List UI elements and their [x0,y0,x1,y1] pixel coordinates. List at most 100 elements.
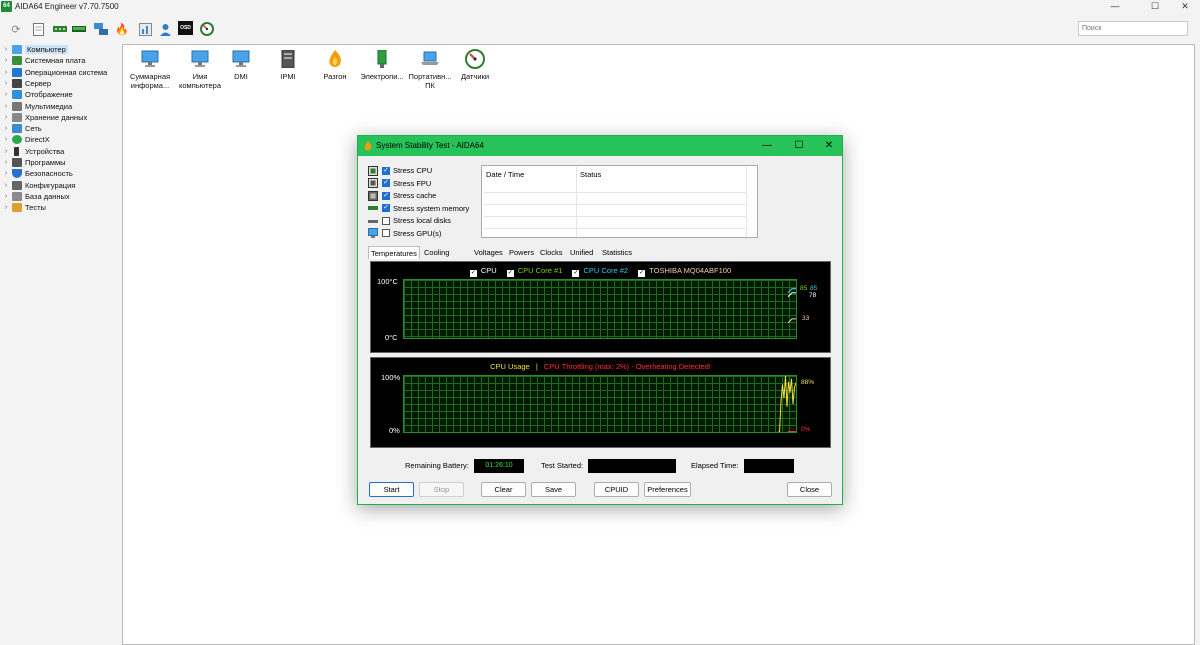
chevron-right-icon[interactable]: › [0,69,12,76]
chevron-right-icon[interactable]: › [0,114,12,121]
benchmark-icon[interactable] [137,21,153,37]
chevron-right-icon[interactable]: › [0,80,12,87]
tree-item-label: Тесты [25,203,46,213]
cpuid-button[interactable]: CPUID [594,482,639,497]
stress-cpu-checkbox[interactable]: ✓ [382,166,390,175]
chevron-right-icon[interactable]: › [0,103,12,110]
tab-clocks[interactable]: Clocks [538,246,565,259]
stress-fpu-checkbox[interactable]: ✓ [382,179,390,187]
preferences-button[interactable]: Preferences [644,482,691,497]
legend-toshiba-disk[interactable]: ✓ TOSHIBA MQ04ABF100 [636,266,733,277]
dialog-maximize-button[interactable]: ☐ [787,138,811,154]
tree-item-computer[interactable]: › Компьютер [0,44,121,55]
storage-icon [12,112,22,122]
legend-cpu[interactable]: ✓ CPU [468,266,499,277]
start-button[interactable]: Start [369,482,414,497]
summary-computer-icon [139,49,161,69]
temp-value-core2: 85 [810,285,818,292]
chevron-right-icon[interactable]: › [0,136,12,143]
save-button[interactable]: Save [531,482,576,497]
legend-cpu-core-2[interactable]: ✓ CPU Core #2 [570,266,630,277]
tab-cooling-fans[interactable]: Cooling Fans [422,246,451,270]
chevron-right-icon[interactable]: › [0,170,12,177]
tree-item-network[interactable]: › Сеть [0,123,121,134]
chevron-right-icon[interactable]: › [0,148,12,155]
stress-disks-checkbox[interactable] [382,216,390,225]
fpu-chip-icon [368,178,378,188]
dialog-minimize-button[interactable]: — [755,138,779,154]
chevron-right-icon[interactable]: › [0,125,12,132]
chevron-right-icon[interactable]: › [0,159,12,166]
chevron-right-icon[interactable]: › [0,91,12,98]
tree-item-storage[interactable]: › Хранение данных [0,112,121,123]
tree-item-security[interactable]: › Безопасность [0,168,121,179]
legend-checkbox[interactable]: ✓ [506,270,514,277]
tree-item-directx[interactable]: › DirectX [0,134,121,145]
stress-cpu-option[interactable]: ✓ Stress CPU [368,165,432,176]
minimize-button[interactable]: — [1100,0,1130,14]
stress-gpu-checkbox[interactable] [382,229,390,237]
refresh-icon[interactable]: ⟳ [8,21,24,37]
legend-checkbox[interactable]: ✓ [572,270,580,277]
category-ipmi[interactable]: IPMI [261,49,315,81]
tab-voltages[interactable]: Voltages [472,246,505,259]
category-sensors[interactable]: Датчики [448,49,502,81]
category-overclock[interactable]: Разгон [308,49,362,81]
legend-checkbox[interactable]: ✓ [469,270,477,277]
cache-chip-icon [368,190,378,201]
tab-temperatures[interactable]: Temperatures [368,246,420,259]
chevron-right-icon[interactable]: › [0,57,12,64]
report-icon[interactable] [30,21,46,37]
stress-memory-checkbox[interactable]: ✓ [382,204,390,212]
search-input[interactable] [1078,21,1188,36]
tree-item-display[interactable]: › Отображение [0,89,121,100]
stop-button[interactable]: Stop [419,482,464,497]
category-dmi[interactable]: DMI [214,49,268,81]
tree-item-tests[interactable]: › Тесты [0,202,121,213]
clear-button[interactable]: Clear [481,482,526,497]
stress-memory-option[interactable]: ✓ Stress system memory [368,203,469,214]
category-label: Электропи... [360,72,404,81]
tree-item-devices[interactable]: › Устройства [0,146,121,157]
memory-icon[interactable] [52,21,68,37]
category-summary[interactable]: Суммарная информа... [123,49,177,90]
maximize-button[interactable]: ☐ [1140,0,1170,14]
directx-icon [12,135,22,145]
chevron-right-icon[interactable]: › [0,204,12,211]
tree-item-motherboard[interactable]: › Системная плата [0,55,121,66]
tab-powers[interactable]: Powers [507,246,536,259]
chevron-right-icon[interactable]: › [0,182,12,189]
network-icon[interactable] [93,21,109,37]
tree-item-operating-system[interactable]: › Операционная система [0,67,121,78]
legend-checkbox[interactable]: ✓ [638,270,646,277]
status-log-table[interactable]: Date / Time Status [481,165,758,238]
windows-icon [12,67,22,77]
cpu-throttling-value: 0% [801,426,811,433]
tree-item-configuration[interactable]: › Конфигурация [0,180,121,191]
legend-cpu-core-1[interactable]: ✓ CPU Core #1 [505,266,565,277]
stress-cache-option[interactable]: ✓ Stress cache [368,190,436,201]
tree-item-multimedia[interactable]: › Мультимедиа [0,101,121,112]
stress-gpu-option[interactable]: Stress GPU(s) [368,228,441,239]
tree-item-database[interactable]: › База данных [0,191,121,202]
dialog-close-button[interactable]: ✕ [817,138,841,154]
stress-cache-checkbox[interactable]: ✓ [382,191,390,200]
close-button[interactable]: ✕ [1170,0,1200,14]
flame-icon[interactable]: 🔥 [114,21,130,37]
close-dialog-button[interactable]: Close [787,482,832,497]
chevron-right-icon[interactable]: › [0,46,12,53]
tree-item-programs[interactable]: › Программы [0,157,121,168]
tab-statistics[interactable]: Statistics [600,246,634,259]
stress-disks-option[interactable]: Stress local disks [368,215,451,226]
dialog-title-bar: System Stability Test - AIDA64 — ☐ ✕ [358,136,842,156]
chevron-right-icon[interactable]: › [0,193,12,200]
user-icon[interactable] [157,21,173,37]
category-power[interactable]: Электропи... [355,49,409,81]
gauge-icon[interactable] [199,21,215,37]
tab-unified[interactable]: Unified [568,246,595,259]
osd-icon[interactable]: OSD [178,21,193,35]
tree-item-server[interactable]: › Сервер [0,78,121,89]
ram-module-icon[interactable] [71,21,87,37]
tree-item-label: DirectX [25,135,50,145]
stress-fpu-option[interactable]: ✓ Stress FPU [368,178,431,189]
